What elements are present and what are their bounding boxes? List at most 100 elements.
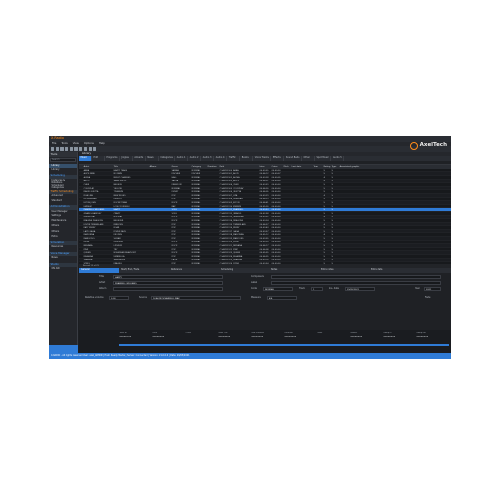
player-col-value: 00:00:00.00 bbox=[383, 336, 396, 338]
table-cell: 5 bbox=[323, 191, 325, 193]
add-button[interactable] bbox=[49, 345, 78, 353]
table-cell: ABBA bbox=[83, 169, 90, 172]
table-cell bbox=[291, 244, 313, 247]
tools-panel: Tools Search Library Library Scheduling Ins… bbox=[49, 152, 78, 353]
table-cell: LOSE YOURSELF bbox=[113, 205, 130, 208]
table-cell bbox=[313, 176, 323, 179]
table-cell: LITHIUM bbox=[113, 245, 122, 247]
track-field[interactable]: 1 bbox=[311, 287, 323, 291]
table-cell: 4 bbox=[323, 234, 325, 237]
table-cell: 5 bbox=[331, 201, 333, 204]
table-cell: 5 bbox=[331, 209, 333, 211]
table-cell bbox=[291, 219, 313, 222]
album-field[interactable] bbox=[113, 287, 223, 291]
table-cell: HALL bbox=[171, 176, 177, 179]
sidebar-item[interactable]: Standard bbox=[49, 199, 77, 204]
source-field[interactable]: D:\AUDIO\PHARRELL.WAV bbox=[151, 296, 241, 300]
table-cell bbox=[313, 205, 323, 208]
table-cell bbox=[339, 237, 369, 240]
insdate-field[interactable]: 29/05/2021 bbox=[345, 287, 375, 291]
code-field[interactable]: NORMAL bbox=[263, 287, 293, 291]
waveform-bar[interactable] bbox=[119, 344, 449, 346]
table-cell: 5 bbox=[323, 245, 325, 247]
toolbar-icon[interactable] bbox=[51, 147, 55, 151]
toolbar-icon[interactable] bbox=[69, 147, 73, 151]
table-cell bbox=[339, 226, 369, 229]
sidebar-item[interactable]: ON AIR bbox=[49, 267, 77, 272]
table-cell bbox=[149, 194, 171, 197]
table-cell: 5 bbox=[331, 223, 333, 226]
table-cell: EMINEM bbox=[83, 205, 92, 208]
table-cell: 4 bbox=[323, 176, 325, 179]
table-cell: 5 bbox=[323, 248, 325, 251]
player-col-value: 00:00:00.00 bbox=[416, 336, 429, 338]
sidebar-section: Traffic Scheduling Advanced Standard bbox=[49, 190, 77, 203]
table-cell: SHAKIRA bbox=[83, 259, 93, 262]
toolbar-icon[interactable] bbox=[88, 147, 92, 151]
table-cell bbox=[313, 212, 323, 215]
table-cell bbox=[283, 212, 291, 215]
table-cell bbox=[149, 237, 171, 240]
toolbar-icon[interactable] bbox=[74, 147, 78, 151]
table-cell: PERFECT bbox=[113, 198, 123, 201]
year-label: Year bbox=[415, 287, 420, 290]
volume-field[interactable]: 0.00 bbox=[109, 296, 129, 300]
sidebar-item[interactable]: Others bbox=[49, 223, 77, 228]
sidebar-section: Others Extra bbox=[49, 230, 77, 239]
sidebar-item[interactable]: Library bbox=[49, 168, 77, 173]
measure-field[interactable]: 4/4 bbox=[267, 296, 297, 300]
composers-field[interactable] bbox=[271, 275, 441, 279]
table-cell bbox=[291, 226, 313, 229]
table-cell: 5 bbox=[331, 187, 333, 190]
sidebar-item[interactable]: Scheduled Categories bbox=[49, 183, 77, 188]
table-cell: 4 bbox=[323, 180, 325, 183]
table-cell: 00:00:00 bbox=[271, 201, 281, 204]
table-cell: LATIN bbox=[171, 259, 178, 262]
year-field[interactable]: 2021 bbox=[424, 287, 441, 291]
player-col-label: Marker bbox=[350, 332, 358, 334]
table-cell bbox=[313, 172, 323, 175]
toolbar-icon[interactable] bbox=[93, 147, 97, 151]
table-cell bbox=[339, 190, 369, 193]
table-cell bbox=[207, 208, 219, 211]
sidebar-item[interactable]: Extra bbox=[49, 235, 77, 240]
table-cell bbox=[313, 226, 323, 229]
table-cell bbox=[149, 233, 171, 236]
table-cell bbox=[291, 176, 313, 179]
table-cell: 00:02:58 bbox=[259, 212, 269, 215]
table-cell: 5 bbox=[323, 212, 325, 215]
library-grid: Artist Title Album Genre Category Duration Pat… bbox=[79, 165, 451, 264]
table-cell: SALSA bbox=[171, 180, 179, 183]
table-cell: NORMAL bbox=[191, 212, 201, 215]
tools-search-input[interactable]: Search bbox=[50, 157, 76, 162]
table-cell bbox=[313, 237, 323, 240]
table-cell: C:\AUDIO\05_COLDPLAY bbox=[219, 187, 244, 190]
table-cell bbox=[339, 223, 369, 226]
table-cell: POKER FACE bbox=[113, 230, 126, 233]
label-field[interactable] bbox=[271, 281, 441, 285]
toolbar-icon[interactable] bbox=[83, 147, 87, 151]
table-cell bbox=[149, 198, 171, 201]
table-cell bbox=[207, 226, 219, 229]
toolbar-icon[interactable] bbox=[55, 147, 59, 151]
table-cell: NORMAL bbox=[171, 187, 181, 190]
code-label: Code bbox=[251, 287, 257, 290]
fade-label: Fade bbox=[425, 296, 431, 299]
player-col-value bbox=[317, 336, 350, 340]
sidebar-item[interactable]: Resources bbox=[49, 245, 77, 250]
table-cell bbox=[291, 212, 313, 215]
table-cell bbox=[207, 201, 219, 204]
artist-field[interactable]: PHARRELL WILLIAMS bbox=[113, 281, 223, 285]
sidebar-item[interactable]: News bbox=[49, 256, 77, 261]
table-cell: 5 bbox=[323, 227, 325, 229]
table-cell: C:\AUDIO\10_EMINEM bbox=[219, 205, 242, 208]
table-cell: 5 bbox=[331, 176, 333, 179]
toolbar-icon[interactable] bbox=[79, 147, 83, 151]
toolbar-icon[interactable] bbox=[60, 147, 64, 151]
title-field[interactable]: HAPPY bbox=[113, 275, 223, 279]
toolbar-icon[interactable] bbox=[65, 147, 69, 151]
table-cell: 00:00:00 bbox=[271, 227, 281, 229]
table-cell bbox=[207, 190, 219, 193]
app-title: X.Radio bbox=[51, 136, 64, 141]
table-cell: C:\AUDIO\24_RIHANNA bbox=[219, 255, 243, 258]
